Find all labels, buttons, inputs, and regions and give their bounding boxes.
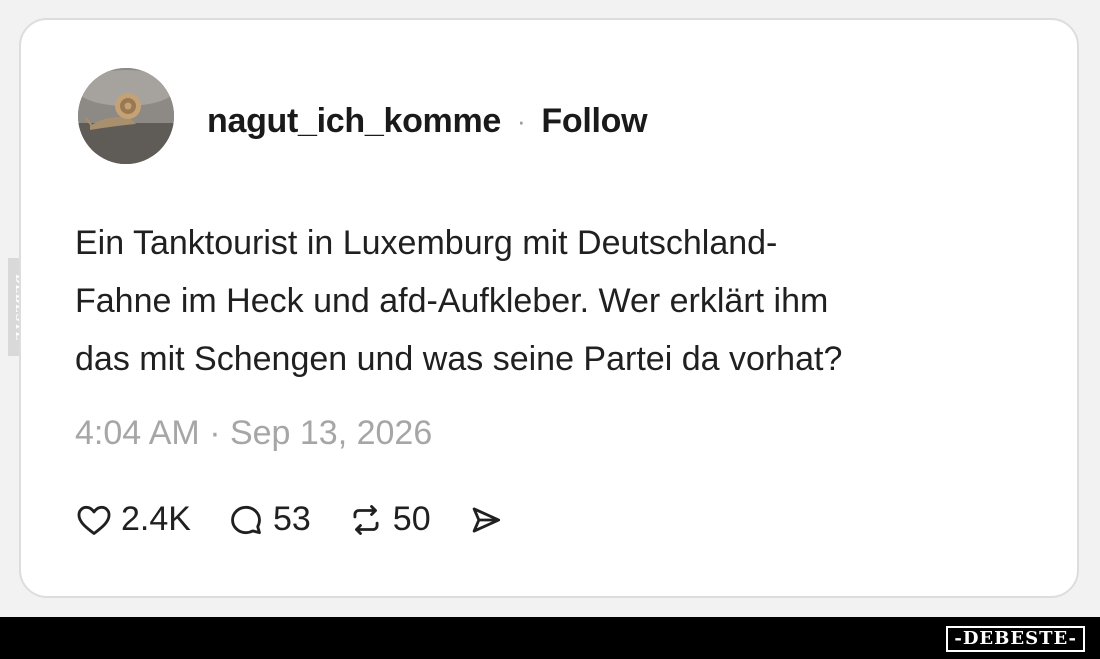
action-bar: 2.4K 53 50 xyxy=(75,500,549,539)
comment-bubble-icon xyxy=(231,505,261,534)
follow-button[interactable]: Follow xyxy=(541,102,647,141)
post-card: nagut_ich_komme · Follow Ein Tanktourist… xyxy=(19,18,1079,598)
like-button[interactable]: 2.4K xyxy=(75,500,191,539)
snail-photo-avatar-icon xyxy=(78,68,174,164)
reply-count: 53 xyxy=(272,500,311,538)
username[interactable]: nagut_ich_komme xyxy=(207,102,501,141)
repost-count: 50 xyxy=(392,500,431,538)
post-header: nagut_ich_komme · Follow xyxy=(207,102,648,141)
post-text: Ein Tanktourist in Luxemburg mit Deutsch… xyxy=(75,224,843,378)
avatar[interactable] xyxy=(78,68,174,164)
header-separator: · xyxy=(517,106,526,136)
share-button[interactable] xyxy=(467,501,513,539)
repost-button[interactable]: 50 xyxy=(347,500,431,539)
like-count: 2.4K xyxy=(121,500,191,538)
watermark-logo: -DEBESTE- xyxy=(946,626,1085,652)
heart-icon xyxy=(77,505,111,535)
send-icon xyxy=(472,506,500,533)
watermark-bar: -DEBESTE- xyxy=(0,617,1100,659)
post-timestamp[interactable]: 4:04 AM · Sep 13, 2026 xyxy=(75,414,432,453)
repost-icon xyxy=(353,504,379,535)
reply-button[interactable]: 53 xyxy=(227,500,311,539)
